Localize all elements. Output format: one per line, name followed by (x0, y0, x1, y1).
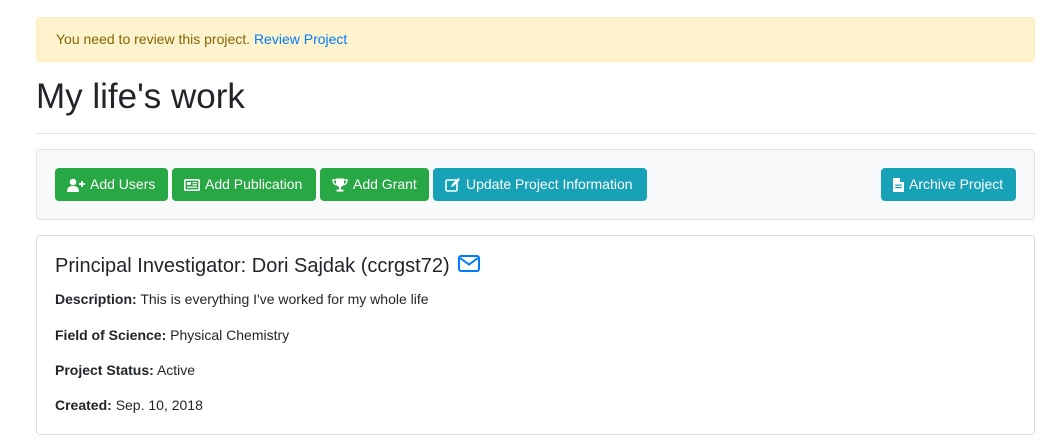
created-label: Created: (55, 397, 112, 413)
created-value: Sep. 10, 2018 (115, 397, 203, 413)
description-field: Description: This is everything I've wor… (55, 291, 429, 307)
add-publication-button[interactable]: Add Publication (172, 168, 316, 201)
project-details-card: Principal Investigator: Dori Sajdak (ccr… (36, 235, 1035, 435)
page-title: My life's work (36, 77, 245, 116)
add-grant-label: Add Grant (353, 176, 417, 192)
envelope-icon (457, 255, 480, 278)
add-publication-label: Add Publication (205, 176, 303, 192)
add-users-label: Add Users (90, 176, 156, 192)
description-value: This is everything I've worked for my wh… (140, 291, 429, 307)
created-field: Created: Sep. 10, 2018 (55, 397, 203, 413)
add-users-button[interactable]: Add Users (55, 168, 168, 201)
file-icon (893, 177, 904, 192)
field-of-science-label: Field of Science: (55, 327, 167, 343)
project-status-field: Project Status: Active (55, 362, 195, 378)
title-divider (36, 133, 1035, 134)
newspaper-icon (184, 178, 200, 191)
principal-investigator-heading: Principal Investigator: Dori Sajdak (ccr… (55, 255, 480, 278)
archive-project-label: Archive Project (909, 176, 1004, 192)
edit-icon (445, 177, 461, 193)
trophy-icon (332, 178, 348, 192)
field-of-science-field: Field of Science: Physical Chemistry (55, 327, 289, 343)
principal-investigator-text: Principal Investigator: Dori Sajdak (ccr… (55, 255, 450, 277)
field-of-science-value: Physical Chemistry (170, 327, 290, 343)
archive-project-button[interactable]: Archive Project (881, 168, 1016, 201)
description-label: Description: (55, 291, 137, 307)
add-grant-button[interactable]: Add Grant (320, 168, 429, 201)
project-status-label: Project Status: (55, 362, 154, 378)
project-toolbar: Add Users Add Publication Add Grant Upda… (36, 149, 1035, 220)
review-project-link[interactable]: Review Project (254, 31, 347, 47)
user-plus-icon (67, 178, 85, 192)
review-alert: You need to review this project. Review … (36, 17, 1035, 62)
email-pi-link[interactable] (457, 255, 480, 278)
update-project-label: Update Project Information (466, 176, 633, 192)
update-project-information-button[interactable]: Update Project Information (433, 168, 647, 201)
alert-message: You need to review this project. (56, 31, 251, 47)
project-status-value: Active (156, 362, 196, 378)
